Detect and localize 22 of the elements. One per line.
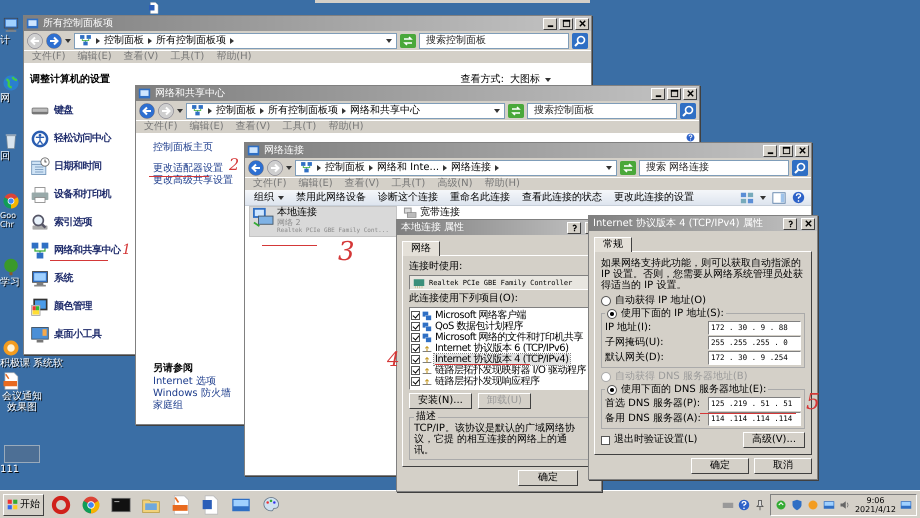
handwritten-number: 2 <box>229 157 240 173</box>
connection-status: 网络 2 <box>277 218 301 227</box>
connection-name: 本地连接 <box>277 207 317 218</box>
field-label: IP 地址(I): <box>605 322 652 334</box>
handwritten-number: 3 <box>338 239 355 265</box>
page-heading: 调整计算机的设置 <box>30 74 110 86</box>
field-label: 备用 DNS 服务器(A): <box>605 412 701 424</box>
window-title: 所有控制面板项 <box>42 18 114 30</box>
section-heading: 另请参阅 <box>153 363 194 375</box>
intro-text: 如果网络支持此功能，则可以获取自动指派的 IP 设置。否则，您需要从网络系统管理员处获得适当的 IP 设置。 <box>601 258 804 291</box>
field-label: 此连接使用下列项目(O): <box>409 293 520 305</box>
window-title: 本地连接 属性 <box>400 222 466 234</box>
field-label: 连接时使用: <box>409 261 464 273</box>
field-label: 默认网关(D): <box>605 352 664 364</box>
view-label: 查看方式: <box>460 74 504 86</box>
handwritten-number: 1 <box>122 243 131 257</box>
group-title: 描述 <box>415 411 437 423</box>
field-label: 首选 DNS 服务器(P): <box>605 398 700 410</box>
window-title: 网络连接 <box>263 144 305 156</box>
description-text: TCP/IP。该协议是默认的广域网络协议，它提 的相互连接的网络上的通讯。 <box>414 423 576 456</box>
field-label: 子网掩码(U): <box>605 336 664 348</box>
connection-name: 宽带连接 <box>420 207 460 218</box>
